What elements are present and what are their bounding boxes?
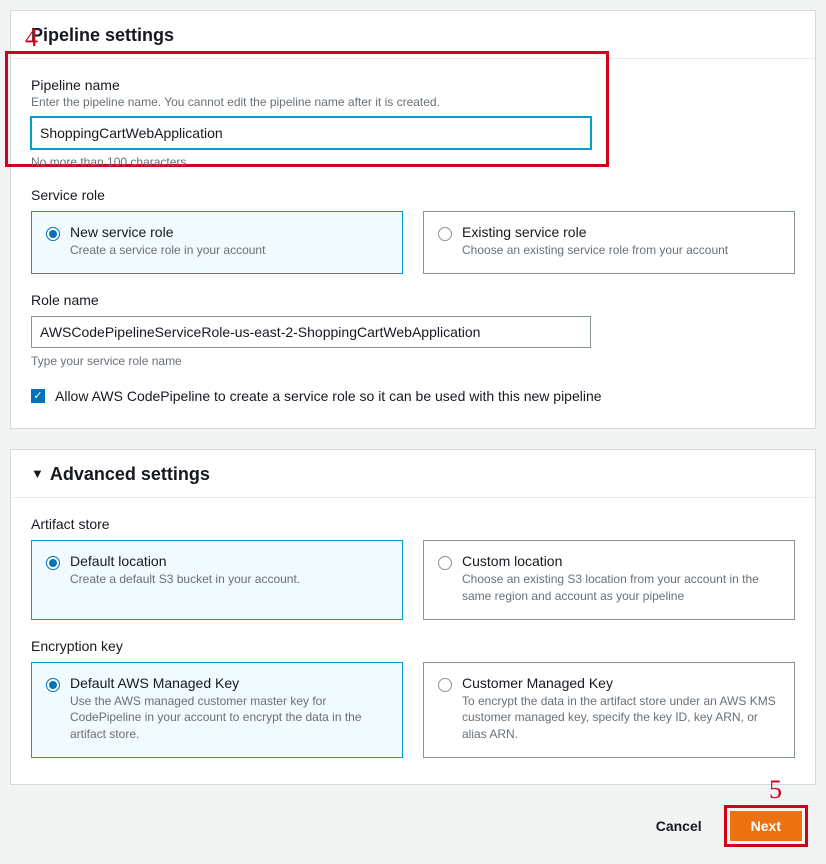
- wizard-footer: 5 Cancel Next: [10, 805, 816, 851]
- role-name-input[interactable]: [31, 316, 591, 348]
- radio-icon: [46, 227, 60, 241]
- encryption-key-group: Encryption key Default AWS Managed Key U…: [31, 638, 795, 758]
- tile-desc: Create a service role in your account: [70, 242, 265, 259]
- caret-down-icon: ▼: [31, 466, 44, 481]
- tile-desc: Create a default S3 bucket in your accou…: [70, 571, 300, 588]
- tile-desc: Choose an existing service role from you…: [462, 242, 728, 259]
- role-name-label: Role name: [31, 292, 795, 308]
- pipeline-settings-panel: Pipeline settings 4 Pipeline name Enter …: [10, 10, 816, 429]
- service-role-label: Service role: [31, 187, 795, 203]
- pipeline-name-description: Enter the pipeline name. You cannot edit…: [31, 95, 795, 109]
- panel-header[interactable]: ▼ Advanced settings: [11, 450, 815, 498]
- tile-title: Default AWS Managed Key: [70, 675, 388, 691]
- checkbox-icon: [31, 389, 45, 403]
- advanced-settings-title-text: Advanced settings: [50, 464, 210, 484]
- service-role-option-existing[interactable]: Existing service role Choose an existing…: [423, 211, 795, 274]
- tile-title: Default location: [70, 553, 300, 569]
- pipeline-name-input[interactable]: [31, 117, 591, 149]
- encryption-key-label: Encryption key: [31, 638, 795, 654]
- radio-icon: [438, 678, 452, 692]
- pipeline-name-hint: No more than 100 characters: [31, 155, 795, 169]
- cancel-button[interactable]: Cancel: [646, 812, 712, 840]
- encryption-key-option-default[interactable]: Default AWS Managed Key Use the AWS mana…: [31, 662, 403, 758]
- artifact-store-option-default[interactable]: Default location Create a default S3 buc…: [31, 540, 403, 620]
- pipeline-name-group: Pipeline name Enter the pipeline name. Y…: [31, 77, 795, 169]
- panel-header: Pipeline settings: [11, 11, 815, 59]
- tile-desc: Choose an existing S3 location from your…: [462, 571, 780, 605]
- service-role-option-new[interactable]: New service role Create a service role i…: [31, 211, 403, 274]
- pipeline-settings-title: Pipeline settings: [31, 25, 795, 46]
- allow-create-role-checkbox-row[interactable]: Allow AWS CodePipeline to create a servi…: [31, 386, 795, 406]
- tile-desc: To encrypt the data in the artifact stor…: [462, 693, 780, 743]
- allow-create-role-label: Allow AWS CodePipeline to create a servi…: [55, 386, 602, 406]
- radio-icon: [46, 556, 60, 570]
- role-name-hint: Type your service role name: [31, 354, 795, 368]
- role-name-group: Role name Type your service role name: [31, 292, 795, 368]
- advanced-settings-title: ▼ Advanced settings: [31, 464, 795, 485]
- tile-title: Existing service role: [462, 224, 728, 240]
- tile-title: Customer Managed Key: [462, 675, 780, 691]
- service-role-group: Service role New service role Create a s…: [31, 187, 795, 274]
- tile-title: Custom location: [462, 553, 780, 569]
- tile-title: New service role: [70, 224, 265, 240]
- radio-icon: [46, 678, 60, 692]
- next-button[interactable]: Next: [730, 811, 802, 841]
- artifact-store-label: Artifact store: [31, 516, 795, 532]
- artifact-store-option-custom[interactable]: Custom location Choose an existing S3 lo…: [423, 540, 795, 620]
- encryption-key-option-customer[interactable]: Customer Managed Key To encrypt the data…: [423, 662, 795, 758]
- radio-icon: [438, 556, 452, 570]
- advanced-settings-panel: ▼ Advanced settings Artifact store Defaul…: [10, 449, 816, 785]
- artifact-store-group: Artifact store Default location Create a…: [31, 516, 795, 620]
- pipeline-name-label: Pipeline name: [31, 77, 795, 93]
- radio-icon: [438, 227, 452, 241]
- tile-desc: Use the AWS managed customer master key …: [70, 693, 388, 743]
